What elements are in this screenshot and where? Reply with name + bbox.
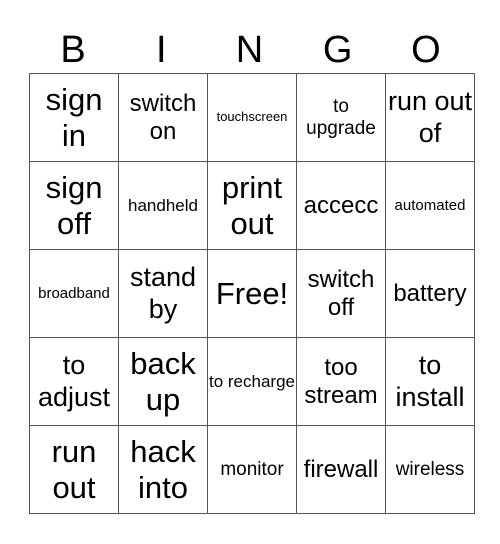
free-space-cell[interactable]: Free! — [207, 249, 297, 338]
bingo-cell[interactable]: to upgrade — [296, 73, 386, 162]
grid-row: to adjust back up to recharge too stream… — [29, 337, 475, 426]
bingo-cell[interactable]: run out — [29, 425, 119, 514]
header-letter-g: G — [322, 29, 353, 71]
bingo-cell[interactable]: handheld — [118, 161, 208, 250]
bingo-cell[interactable]: wireless — [385, 425, 475, 514]
header-letter-b: B — [60, 29, 86, 71]
bingo-cell[interactable]: hack into — [118, 425, 208, 514]
bingo-cell[interactable]: sign in — [29, 73, 119, 162]
header-letter-o: O — [411, 29, 441, 71]
grid-row: sign in switch on touchscreen to upgrade… — [29, 73, 475, 162]
grid-row: broadband stand by Free! switch off batt… — [29, 249, 475, 338]
header-letter-n: N — [235, 29, 264, 71]
bingo-cell[interactable]: switch on — [118, 73, 208, 162]
bingo-cell[interactable]: to adjust — [29, 337, 119, 426]
bingo-cell[interactable]: battery — [385, 249, 475, 338]
grid-row: sign off handheld print out accecc autom… — [29, 161, 475, 250]
bingo-grid: sign in switch on touchscreen to upgrade… — [29, 73, 475, 514]
bingo-cell[interactable]: print out — [207, 161, 297, 250]
bingo-cell[interactable]: automated — [385, 161, 475, 250]
bingo-cell[interactable]: monitor — [207, 425, 297, 514]
bingo-cell[interactable]: sign off — [29, 161, 119, 250]
header-letter-i: I — [156, 29, 167, 71]
bingo-cell[interactable]: to install — [385, 337, 475, 426]
bingo-cell[interactable]: touchscreen — [207, 73, 297, 162]
bingo-header: B I N G O — [29, 28, 470, 72]
bingo-cell[interactable]: too stream — [296, 337, 386, 426]
bingo-cell[interactable]: run out of — [385, 73, 475, 162]
bingo-cell[interactable]: to recharge — [207, 337, 297, 426]
bingo-cell[interactable]: stand by — [118, 249, 208, 338]
grid-row: run out hack into monitor firewall wirel… — [29, 425, 475, 514]
bingo-cell[interactable]: firewall — [296, 425, 386, 514]
bingo-cell[interactable]: back up — [118, 337, 208, 426]
bingo-cell[interactable]: switch off — [296, 249, 386, 338]
bingo-cell[interactable]: accecc — [296, 161, 386, 250]
bingo-cell[interactable]: broadband — [29, 249, 119, 338]
